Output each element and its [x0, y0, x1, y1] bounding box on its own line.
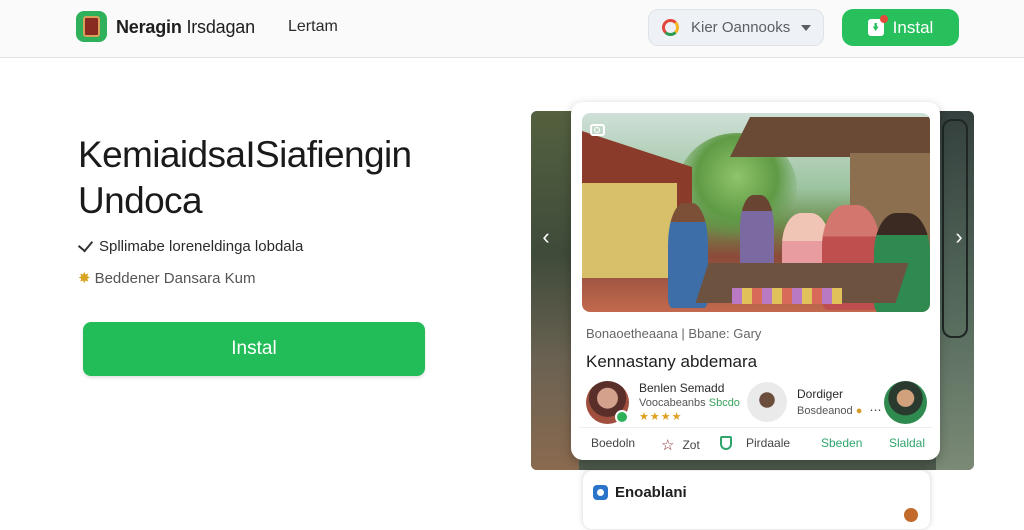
- shield-icon: [720, 436, 732, 450]
- download-icon: [867, 15, 888, 36]
- header-install-label: Instal: [892, 17, 934, 37]
- language-select-value: Kier Oannooks: [691, 19, 791, 36]
- nav-link[interactable]: Lertam: [288, 18, 338, 36]
- chevron-right-icon[interactable]: ›: [950, 224, 968, 250]
- feature-label: Beddener Dansara Kum: [94, 269, 256, 287]
- seller-item[interactable]: Dordiger Bosdeanod ● ⋯: [747, 378, 881, 426]
- tab-item[interactable]: Boedoln: [591, 436, 635, 450]
- seller-sub: Voocabeanbs Sbcdo: [639, 397, 740, 409]
- seller-sub: Bosdeanod ● ⋯: [797, 403, 881, 417]
- camera-icon[interactable]: [590, 124, 605, 136]
- rating-stars: ★★★★: [639, 411, 683, 423]
- tab-item[interactable]: Pirdaale: [720, 436, 790, 450]
- top-bar: Neragin Irsdagan Lertam Kier Oannooks In…: [0, 0, 1024, 58]
- app-screenshot-card: Bonaoetheaana | Bbane: Gary Kennastany a…: [571, 102, 940, 460]
- seller-sub-text: Bosdeanod: [797, 405, 853, 417]
- more-icon[interactable]: ⋯: [869, 403, 881, 417]
- brand-secondary: Irsdagan: [186, 17, 255, 37]
- tab-item[interactable]: ☆ Zot: [661, 436, 700, 454]
- hero-install-button[interactable]: Instal: [83, 322, 425, 376]
- market-photo: [582, 113, 930, 312]
- tab-label: Pirdaale: [746, 436, 791, 450]
- card-tab-bar: Boedoln ☆ Zot Pirdaale Sbeden Slaldal: [579, 427, 932, 460]
- brand-primary: Neragin: [116, 17, 182, 37]
- seller-sub-accent: Sbcdo: [708, 397, 740, 409]
- feature-item: ✸ Beddener Dansara Kum: [78, 269, 256, 288]
- secondary-card-title: Enoablani: [615, 484, 687, 501]
- star-outline-icon: ☆: [661, 437, 675, 454]
- carousel-next-image[interactable]: [936, 111, 974, 470]
- tab-label: Zot: [682, 438, 700, 452]
- hero-title: KemiaidsaISiafiengin Undoca: [78, 132, 498, 224]
- chevron-left-icon[interactable]: ‹: [537, 224, 555, 250]
- seller-name: Benlen Semadd: [639, 381, 725, 395]
- avatar: [884, 380, 927, 424]
- avatar: [747, 382, 787, 422]
- check-icon: [77, 236, 94, 253]
- thumbs-up-icon: ●: [855, 405, 863, 417]
- hero-title-line1: KemiaidsaISiafiengin: [78, 134, 412, 175]
- chevron-down-icon: [801, 24, 811, 31]
- secondary-card[interactable]: Enoablani: [582, 470, 931, 530]
- app-logo-icon[interactable]: [76, 11, 107, 42]
- hero-title-line2: Undoca: [78, 180, 203, 221]
- info-icon: [593, 485, 608, 500]
- seller-sub-prefix: Voocabeanbs: [639, 397, 706, 409]
- seller-name: Dordiger: [797, 387, 844, 401]
- seller-item[interactable]: Benlen Semadd Voocabeanbs Sbcdo ★★★★: [586, 378, 740, 426]
- brand-name[interactable]: Neragin Irsdagan: [116, 17, 255, 38]
- feature-item: Spllimabe loreneldinga lobdala: [77, 236, 304, 255]
- listing-title: Kennastany abdemara: [586, 352, 758, 371]
- tab-item[interactable]: Slaldal: [889, 436, 925, 450]
- star-icon: ✸: [78, 270, 91, 287]
- seller-item[interactable]: [884, 378, 927, 426]
- google-icon: [662, 19, 679, 36]
- header-install-button[interactable]: Instal: [842, 9, 959, 46]
- tab-item-active[interactable]: Sbeden: [821, 436, 862, 450]
- listing-meta: Bonaoetheaana | Bbane: Gary: [586, 326, 762, 341]
- avatar: [586, 380, 629, 424]
- status-dot-icon: [904, 508, 918, 522]
- feature-label: Spllimabe loreneldinga lobdala: [99, 238, 304, 255]
- language-select[interactable]: Kier Oannooks: [648, 9, 824, 46]
